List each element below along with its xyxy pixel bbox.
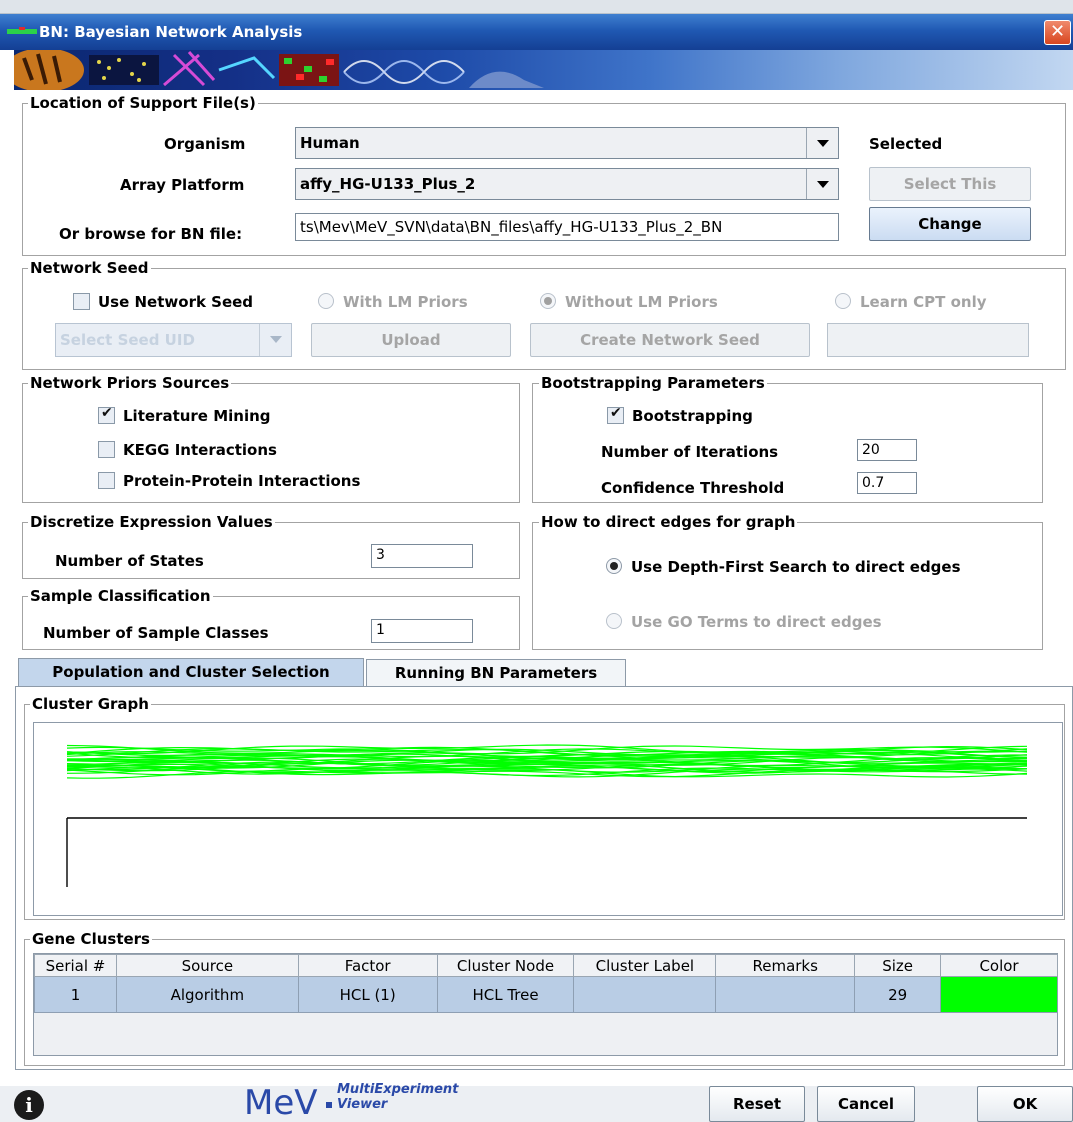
tab-running-bn-parameters[interactable]: Running BN Parameters bbox=[366, 659, 626, 686]
cluster-graph-plot bbox=[66, 744, 1028, 887]
col-color[interactable]: Color bbox=[940, 954, 1058, 977]
cell-size: 29 bbox=[854, 976, 942, 1013]
window-title: BN: Bayesian Network Analysis bbox=[39, 23, 303, 41]
cell-factor: HCL (1) bbox=[297, 976, 438, 1013]
upload-button[interactable]: Upload bbox=[311, 323, 511, 357]
seed-uid-dropdown[interactable]: Select Seed UID bbox=[55, 323, 292, 357]
ok-button[interactable]: OK bbox=[977, 1086, 1073, 1122]
go-terms-radio[interactable] bbox=[606, 613, 622, 629]
cluster-graph-canvas bbox=[33, 722, 1063, 916]
protein-protein-checkbox[interactable] bbox=[98, 472, 115, 489]
dfs-radio[interactable] bbox=[606, 558, 622, 574]
tab-population-cluster-selection[interactable]: Population and Cluster Selection bbox=[18, 658, 364, 686]
col-source[interactable]: Source bbox=[115, 954, 299, 977]
support-files-title: Location of Support File(s) bbox=[28, 94, 258, 112]
cluster-graph-title: Cluster Graph bbox=[30, 695, 151, 713]
iterations-label: Number of Iterations bbox=[601, 443, 779, 461]
info-icon[interactable]: i bbox=[14, 1090, 44, 1120]
col-remarks[interactable]: Remarks bbox=[715, 954, 856, 977]
bootstrapping-title: Bootstrapping Parameters bbox=[539, 374, 767, 392]
logo-dot bbox=[326, 1102, 332, 1108]
col-size[interactable]: Size bbox=[854, 954, 942, 977]
use-network-seed-label: Use Network Seed bbox=[98, 293, 254, 311]
gene-clusters-table-viewport: Serial # Source Factor Cluster Node Clus… bbox=[33, 953, 1058, 1056]
with-lm-priors-label: With LM Priors bbox=[343, 293, 468, 311]
java-app-icon bbox=[7, 27, 37, 34]
create-network-seed-button[interactable]: Create Network Seed bbox=[530, 323, 810, 357]
protein-protein-label: Protein-Protein Interactions bbox=[123, 472, 361, 490]
title-bar[interactable]: BN: Bayesian Network Analysis bbox=[0, 14, 1073, 50]
gene-clusters-title: Gene Clusters bbox=[30, 930, 152, 948]
network-priors-title: Network Priors Sources bbox=[28, 374, 232, 392]
header-banner-image bbox=[14, 50, 1073, 90]
literature-mining-label: Literature Mining bbox=[123, 407, 271, 425]
logo-subtitle-line2: Viewer bbox=[337, 1097, 388, 1112]
go-terms-label: Use GO Terms to direct edges bbox=[631, 613, 882, 631]
cell-cluster-node: HCL Tree bbox=[436, 976, 575, 1013]
organism-value: Human bbox=[300, 134, 360, 152]
number-of-states-label: Number of States bbox=[55, 552, 204, 570]
table-row[interactable]: 1 Algorithm HCL (1) HCL Tree 29 bbox=[34, 976, 1058, 1013]
cancel-button[interactable]: Cancel bbox=[817, 1086, 915, 1122]
expression-profiles bbox=[66, 744, 1028, 779]
cell-remarks[interactable] bbox=[715, 976, 856, 1013]
learn-cpt-only-label: Learn CPT only bbox=[860, 293, 987, 311]
reset-button[interactable]: Reset bbox=[709, 1086, 805, 1122]
banner-artwork bbox=[14, 50, 544, 90]
organism-label: Organism bbox=[164, 135, 246, 153]
bootstrapping-checkbox[interactable] bbox=[607, 405, 624, 424]
col-cluster-label[interactable]: Cluster Label bbox=[573, 954, 717, 977]
threshold-field[interactable]: 0.7 bbox=[857, 472, 917, 494]
number-of-states-field[interactable]: 3 bbox=[371, 544, 473, 568]
cell-source: Algorithm bbox=[115, 976, 299, 1013]
gene-clusters-table: Serial # Source Factor Cluster Node Clus… bbox=[34, 954, 1058, 1013]
browse-bn-label: Or browse for BN file: bbox=[59, 225, 243, 243]
col-serial[interactable]: Serial # bbox=[34, 954, 117, 977]
literature-mining-checkbox[interactable] bbox=[98, 405, 115, 424]
chevron-down-icon[interactable] bbox=[806, 128, 838, 158]
learn-cpt-only-radio[interactable] bbox=[835, 293, 851, 309]
direct-edges-title: How to direct edges for graph bbox=[539, 513, 798, 531]
chevron-down-icon[interactable] bbox=[806, 169, 838, 199]
mev-logo: MeV bbox=[244, 1083, 318, 1122]
chevron-down-icon[interactable] bbox=[259, 324, 291, 356]
array-platform-value: affy_HG-U133_Plus_2 bbox=[300, 175, 476, 193]
parent-window-strip bbox=[0, 0, 1073, 14]
selected-label: Selected bbox=[869, 135, 943, 153]
with-lm-priors-radio[interactable] bbox=[318, 293, 334, 309]
dfs-label: Use Depth-First Search to direct edges bbox=[631, 558, 961, 576]
table-header-row: Serial # Source Factor Cluster Node Clus… bbox=[34, 954, 1058, 977]
seed-extra-field[interactable] bbox=[827, 323, 1029, 357]
organism-dropdown[interactable]: Human bbox=[295, 127, 839, 159]
without-lm-priors-label: Without LM Priors bbox=[565, 293, 718, 311]
cell-serial: 1 bbox=[34, 976, 117, 1013]
bn-file-path-field[interactable]: ts\Mev\MeV_SVN\data\BN_files\affy_HG-U13… bbox=[295, 213, 839, 241]
array-platform-dropdown[interactable]: affy_HG-U133_Plus_2 bbox=[295, 168, 839, 200]
close-icon: ✕ bbox=[1049, 21, 1066, 42]
cell-color-swatch[interactable] bbox=[940, 976, 1058, 1013]
change-button[interactable]: Change bbox=[869, 207, 1031, 241]
logo-subtitle-line1: MultiExperiment bbox=[337, 1082, 459, 1097]
select-this-button[interactable]: Select This bbox=[869, 167, 1031, 201]
discretize-title: Discretize Expression Values bbox=[28, 513, 275, 531]
without-lm-priors-radio[interactable] bbox=[540, 293, 556, 309]
sample-classification-title: Sample Classification bbox=[28, 587, 213, 605]
cell-cluster-label[interactable] bbox=[573, 976, 717, 1013]
seed-uid-placeholder: Select Seed UID bbox=[60, 331, 195, 349]
kegg-interactions-label: KEGG Interactions bbox=[123, 441, 277, 459]
array-platform-label: Array Platform bbox=[120, 176, 245, 194]
sample-classes-field[interactable]: 1 bbox=[371, 619, 473, 643]
close-button[interactable]: ✕ bbox=[1044, 20, 1071, 45]
sample-classes-label: Number of Sample Classes bbox=[43, 624, 269, 642]
col-cluster-node[interactable]: Cluster Node bbox=[436, 954, 575, 977]
threshold-label: Confidence Threshold bbox=[601, 479, 785, 497]
col-factor[interactable]: Factor bbox=[297, 954, 438, 977]
network-seed-title: Network Seed bbox=[28, 259, 151, 277]
use-network-seed-checkbox[interactable] bbox=[73, 293, 90, 310]
iterations-field[interactable]: 20 bbox=[857, 439, 917, 461]
bootstrapping-label: Bootstrapping bbox=[632, 407, 753, 425]
kegg-interactions-checkbox[interactable] bbox=[98, 441, 115, 458]
